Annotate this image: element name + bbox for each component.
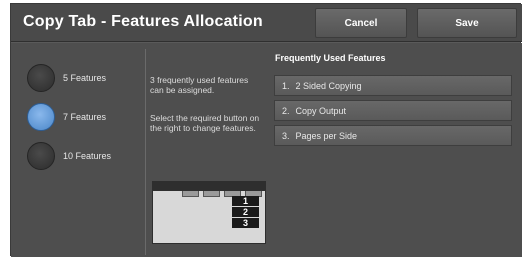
- radio-5-features[interactable]: [27, 64, 55, 92]
- feature-number: 2.: [282, 105, 290, 116]
- diagram-top: [152, 181, 266, 190]
- feature-label: Pages per Side: [295, 130, 358, 141]
- diagram-tab: [182, 191, 199, 197]
- feature-slot-1-button[interactable]: 1. 2 Sided Copying: [274, 75, 512, 96]
- cancel-button[interactable]: Cancel: [315, 8, 407, 38]
- radio-10-features[interactable]: [27, 142, 55, 170]
- option-10-features[interactable]: 10 Features: [27, 141, 111, 171]
- feature-slot-3-button[interactable]: 3. Pages per Side: [274, 125, 512, 146]
- feature-label: 2 Sided Copying: [295, 80, 362, 91]
- dialog-frame: Copy Tab - Features Allocation Cancel Sa…: [10, 3, 522, 257]
- option-5-features[interactable]: 5 Features: [27, 63, 106, 93]
- divider: [145, 49, 146, 255]
- radio-7-features[interactable]: [27, 103, 55, 131]
- page-title: Copy Tab - Features Allocation: [23, 13, 263, 30]
- option-label: 5 Features: [63, 73, 107, 83]
- diagram-number-2: 2: [232, 207, 259, 217]
- content-panel: 5 Features 7 Features 10 Features 3 freq…: [11, 43, 522, 257]
- feature-number: 3.: [282, 130, 290, 141]
- feature-diagram: 1 2 3: [152, 181, 266, 244]
- diagram-number-3: 3: [232, 218, 259, 228]
- option-label: 7 Features: [63, 112, 107, 122]
- feature-label: Copy Output: [295, 105, 347, 116]
- feature-slot-2-button[interactable]: 2. Copy Output: [274, 100, 512, 121]
- frequently-used-title: Frequently Used Features: [275, 53, 386, 63]
- diagram-number-1: 1: [232, 196, 259, 206]
- option-label: 10 Features: [63, 151, 112, 161]
- save-button[interactable]: Save: [417, 8, 517, 38]
- description-capacity: 3 frequently used features can be assign…: [150, 75, 249, 95]
- option-7-features[interactable]: 7 Features: [27, 102, 106, 132]
- diagram-tab: [203, 191, 220, 197]
- description-instructions: Select the required button on the right …: [150, 113, 260, 133]
- feature-number: 1.: [282, 80, 290, 91]
- title-bar: Copy Tab - Features Allocation Cancel Sa…: [11, 4, 522, 42]
